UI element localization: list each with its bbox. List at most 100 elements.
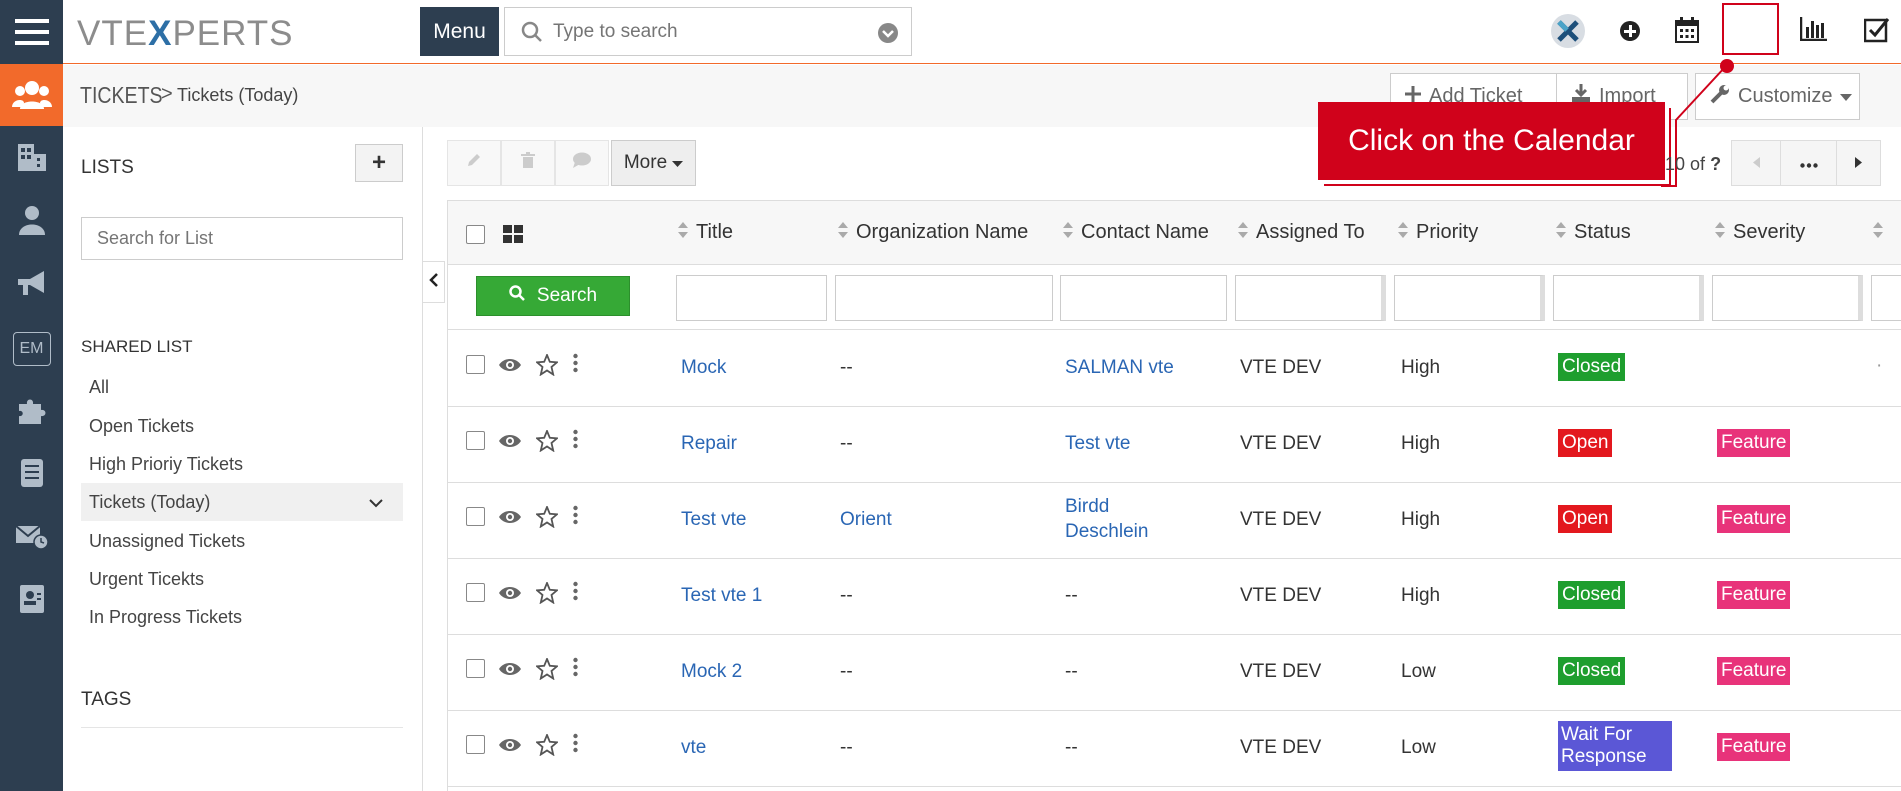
document-list-icon[interactable]: [0, 449, 63, 497]
chevron-down-icon[interactable]: [369, 483, 383, 521]
contact-link-line2[interactable]: Deschlein: [1065, 521, 1148, 543]
filter-status-select[interactable]: [1553, 275, 1704, 321]
ticket-title-link[interactable]: Repair: [681, 433, 737, 455]
eye-icon[interactable]: [498, 661, 522, 683]
contact-cell: --: [1065, 737, 1078, 758]
sidebar-item-open-tickets[interactable]: Open Tickets: [81, 407, 403, 445]
users-group-icon[interactable]: [0, 64, 63, 126]
organization-link[interactable]: Orient: [840, 509, 892, 531]
contact-link[interactable]: Birdd: [1065, 496, 1109, 518]
row-checkbox[interactable]: [466, 507, 485, 526]
eye-icon[interactable]: [498, 585, 522, 607]
row-checkbox[interactable]: [466, 735, 485, 754]
puzzle-icon[interactable]: [0, 387, 63, 435]
table-row[interactable]: Test vte 1 -- -- VTE DEV High Closed Fea…: [448, 559, 1901, 635]
ticket-title-link[interactable]: Mock: [681, 357, 726, 379]
contact-link[interactable]: Test vte: [1065, 433, 1130, 455]
more-actions-button[interactable]: More: [611, 140, 696, 186]
kebab-menu-icon[interactable]: [573, 581, 578, 607]
eye-icon[interactable]: [498, 509, 522, 531]
star-icon[interactable]: [534, 580, 560, 610]
page-jump-button[interactable]: [1780, 140, 1837, 186]
select-all-checkbox[interactable]: [466, 225, 485, 244]
kebab-menu-icon[interactable]: [573, 733, 578, 759]
bar-chart-icon[interactable]: [1799, 17, 1828, 47]
global-search[interactable]: [504, 7, 912, 56]
table-row[interactable]: Repair -- Test vte VTE DEV High Open Fea…: [448, 407, 1901, 483]
star-icon[interactable]: [534, 428, 560, 458]
sidebar-item-tickets-today[interactable]: Tickets (Today): [81, 483, 403, 521]
row-checkbox[interactable]: [466, 355, 485, 374]
filter-priority-select[interactable]: [1394, 275, 1545, 321]
table-row[interactable]: Mock -- SALMAN vte VTE DEV High Closed ·: [448, 331, 1901, 407]
eye-icon[interactable]: [498, 737, 522, 759]
ticket-title-link[interactable]: Test vte 1: [681, 585, 762, 607]
search-dropdown-icon[interactable]: [877, 22, 899, 50]
email-schedule-icon[interactable]: [0, 512, 63, 560]
column-header-organization-name[interactable]: Organization Name: [838, 221, 1028, 244]
star-icon[interactable]: [534, 656, 560, 686]
star-icon[interactable]: [534, 732, 560, 762]
column-header-severity[interactable]: Severity: [1715, 221, 1805, 244]
delete-button[interactable]: [501, 140, 555, 186]
em-module-icon[interactable]: EM: [0, 325, 63, 373]
add-circle-icon[interactable]: [1619, 20, 1641, 48]
filter-next-input[interactable]: [1871, 275, 1901, 321]
menu-button[interactable]: Menu: [420, 7, 499, 56]
megaphone-icon[interactable]: [0, 259, 63, 307]
edit-button[interactable]: [447, 140, 501, 186]
table-row[interactable]: Mock 2 -- -- VTE DEV Low Closed Feature: [448, 635, 1901, 711]
list-search-input[interactable]: [81, 217, 403, 260]
column-header-assigned-to[interactable]: Assigned To: [1238, 221, 1365, 244]
column-header-status[interactable]: Status: [1556, 221, 1631, 244]
star-icon[interactable]: [534, 504, 560, 534]
building-icon[interactable]: [0, 133, 63, 181]
kebab-menu-icon[interactable]: [573, 657, 578, 683]
calendar-icon[interactable]: [1675, 17, 1699, 49]
star-icon[interactable]: [534, 352, 560, 382]
sidebar-item-unassigned-tickets[interactable]: Unassigned Tickets: [81, 522, 403, 560]
table-row[interactable]: vte -- -- VTE DEV Low Wait For Response …: [448, 711, 1901, 787]
vtexperts-x-icon[interactable]: [1549, 12, 1587, 56]
global-search-input[interactable]: [553, 18, 853, 46]
hamburger-menu-icon[interactable]: [0, 0, 63, 64]
task-checkbox-icon[interactable]: [1863, 17, 1890, 49]
collapse-sidebar-button[interactable]: [422, 261, 445, 303]
contact-link[interactable]: SALMAN vte: [1065, 357, 1174, 379]
comment-button[interactable]: [555, 140, 609, 186]
row-checkbox[interactable]: [466, 659, 485, 678]
sidebar-item-high-priority-tickets[interactable]: High Prioriy Tickets: [81, 445, 403, 483]
eye-icon[interactable]: [498, 357, 522, 379]
next-page-button[interactable]: [1836, 140, 1881, 186]
vtexperts-logo[interactable]: VTEXPERTS: [77, 14, 294, 54]
table-row[interactable]: Test vte Orient Birdd Deschlein VTE DEV …: [448, 483, 1901, 559]
kebab-menu-icon[interactable]: [573, 429, 578, 455]
column-header-contact-name[interactable]: Contact Name: [1063, 221, 1209, 244]
breadcrumb-module[interactable]: TICKETS: [80, 82, 163, 109]
previous-page-button[interactable]: [1731, 140, 1781, 186]
kebab-menu-icon[interactable]: [573, 505, 578, 531]
filter-organization-input[interactable]: [835, 275, 1053, 321]
ticket-title-link[interactable]: Mock 2: [681, 661, 742, 683]
column-header-title[interactable]: Title: [678, 221, 733, 244]
eye-icon[interactable]: [498, 433, 522, 455]
row-checkbox[interactable]: [466, 431, 485, 450]
filter-search-button[interactable]: Search: [476, 276, 630, 316]
sidebar-item-urgent-tickets[interactable]: Urgent Ticekts: [81, 560, 403, 598]
kebab-menu-icon[interactable]: [573, 353, 578, 379]
ticket-title-link[interactable]: Test vte: [681, 509, 746, 531]
column-header-next-sort[interactable]: [1873, 221, 1883, 244]
ticket-title-link[interactable]: vte: [681, 737, 706, 759]
column-header-priority[interactable]: Priority: [1398, 221, 1478, 244]
contact-person-icon[interactable]: [0, 196, 63, 244]
sidebar-item-in-progress-tickets[interactable]: In Progress Tickets: [81, 598, 403, 636]
row-checkbox[interactable]: [466, 583, 485, 602]
sidebar-item-all[interactable]: All: [81, 368, 403, 406]
id-card-icon[interactable]: [0, 575, 63, 623]
filter-contact-input[interactable]: [1060, 275, 1227, 321]
filter-title-input[interactable]: [676, 275, 827, 321]
filter-assigned-select[interactable]: [1235, 275, 1386, 321]
add-list-button[interactable]: +: [355, 144, 403, 182]
grid-view-icon[interactable]: [503, 225, 523, 249]
filter-severity-select[interactable]: [1712, 275, 1863, 321]
